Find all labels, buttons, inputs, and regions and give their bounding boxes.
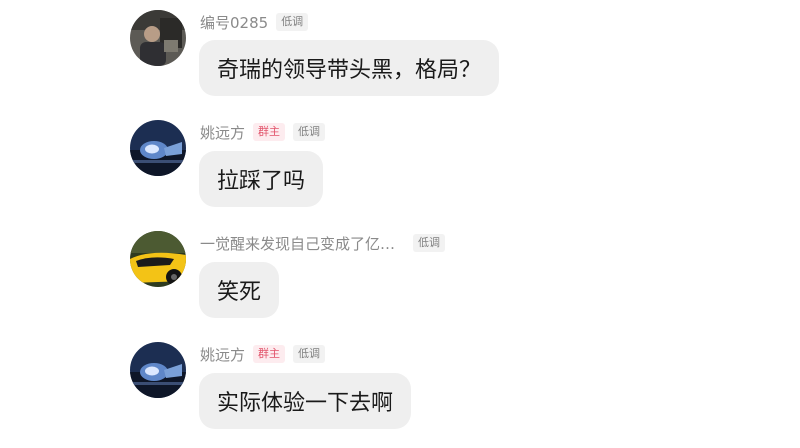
- avatar[interactable]: [130, 120, 186, 176]
- message-bubble[interactable]: 拉踩了吗: [199, 151, 324, 207]
- group-owner-badge: 群主: [253, 345, 286, 363]
- group-owner-badge: 群主: [253, 123, 286, 141]
- yellow-car-avatar-icon: [130, 231, 186, 287]
- car-headlight-avatar-icon: [130, 120, 186, 176]
- sender-name[interactable]: 姚远方: [200, 344, 245, 365]
- sender-name[interactable]: 一觉醒来发现自己变成了亿…: [200, 233, 395, 254]
- level-badge: 低调: [293, 345, 326, 363]
- sender-name[interactable]: 编号0285: [200, 12, 268, 33]
- sender-name[interactable]: 姚远方: [200, 122, 245, 143]
- level-badge: 低调: [276, 13, 309, 31]
- car-headlight-avatar-icon: [130, 342, 186, 398]
- message-bubble[interactable]: 笑死: [199, 262, 280, 318]
- level-badge: 低调: [413, 234, 446, 252]
- message-bubble[interactable]: 实际体验一下去啊: [199, 373, 412, 429]
- avatar[interactable]: [130, 10, 186, 66]
- avatar[interactable]: [130, 231, 186, 287]
- message-bubble[interactable]: 奇瑞的领导带头黑，格局？: [199, 40, 500, 96]
- avatar[interactable]: [130, 342, 186, 398]
- person-photo-avatar-icon: [130, 10, 186, 66]
- level-badge: 低调: [293, 123, 326, 141]
